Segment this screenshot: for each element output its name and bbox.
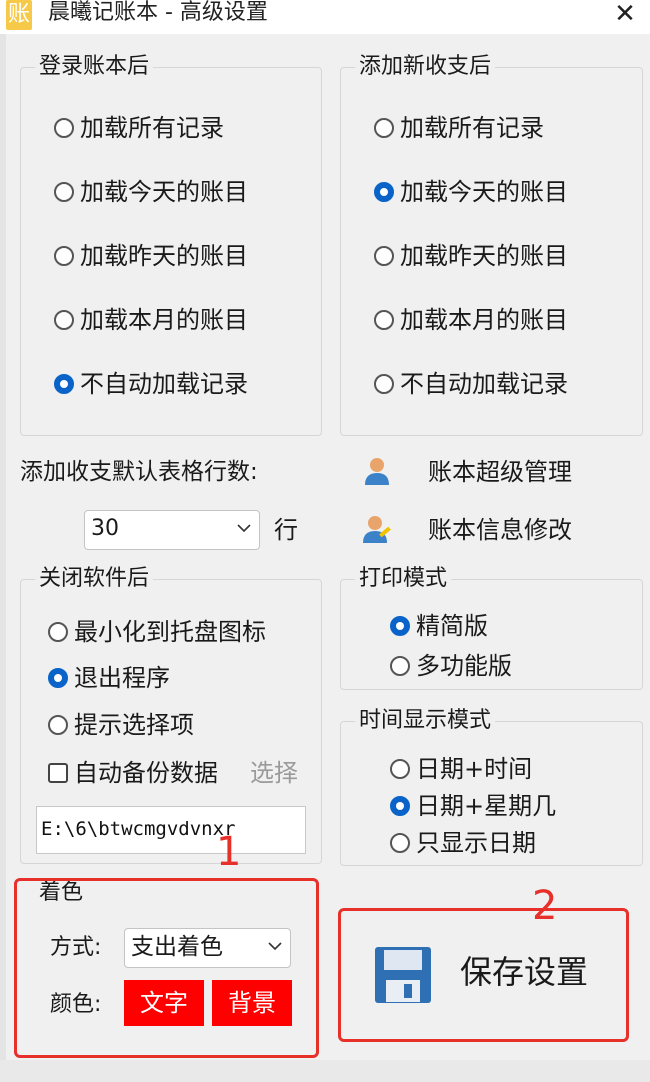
auto-backup-checkbox[interactable]: 自动备份数据	[48, 758, 218, 788]
after-add-option-today[interactable]: 加载今天的账目	[374, 177, 568, 207]
annotation-box-1	[14, 878, 319, 1058]
radio-icon[interactable]	[48, 622, 68, 642]
on-close-legend: 关闭软件后	[39, 566, 150, 591]
after-login-option-none[interactable]: 不自动加载记录	[54, 369, 248, 399]
time-mode-option-datetime[interactable]: 日期+时间	[390, 754, 532, 784]
window-bottom-edge	[0, 1060, 650, 1082]
after-add-option-none[interactable]: 不自动加载记录	[374, 369, 568, 399]
time-mode-option-weekday[interactable]: 日期+星期几	[390, 791, 556, 821]
radio-icon[interactable]	[374, 374, 394, 394]
backup-path-input[interactable]: E:\6\btwcmgvdvnxr	[36, 806, 306, 854]
after-add-option-month[interactable]: 加载本月的账目	[374, 305, 568, 335]
window-title: 晨曦记账本 - 高级设置	[48, 0, 268, 25]
time-mode-option-date[interactable]: 只显示日期	[390, 828, 536, 858]
radio-icon[interactable]	[54, 118, 74, 138]
radio-icon[interactable]	[374, 246, 394, 266]
radio-icon[interactable]	[48, 715, 68, 735]
radio-icon[interactable]	[54, 182, 74, 202]
annotation-number-1: 1	[216, 829, 242, 875]
rows-unit-label: 行	[274, 516, 298, 544]
edit-info-link[interactable]: 账本信息修改	[428, 515, 572, 545]
default-rows-select[interactable]: 30	[84, 510, 260, 550]
print-mode-legend: 打印模式	[359, 566, 448, 591]
after-add-option-all[interactable]: 加载所有记录	[374, 113, 544, 143]
default-rows-value: 30	[91, 516, 119, 541]
radio-selected-icon[interactable]	[390, 616, 410, 636]
after-login-option-all[interactable]: 加载所有记录	[54, 113, 224, 143]
app-icon: 账	[6, 0, 32, 30]
after-add-legend: 添加新收支后	[359, 54, 492, 79]
user-admin-icon	[365, 458, 389, 485]
radio-icon[interactable]	[54, 246, 74, 266]
chevron-down-icon	[237, 524, 251, 533]
checkbox-icon[interactable]	[48, 763, 68, 783]
after-login-option-today[interactable]: 加载今天的账目	[54, 177, 248, 207]
after-add-option-yesterday[interactable]: 加载昨天的账目	[374, 241, 568, 271]
window-edge	[0, 34, 6, 1082]
time-mode-legend: 时间显示模式	[359, 708, 492, 733]
choose-path-button[interactable]: 选择	[250, 758, 298, 788]
radio-icon[interactable]	[374, 310, 394, 330]
print-mode-option-simple[interactable]: 精简版	[390, 611, 488, 641]
radio-selected-icon[interactable]	[48, 668, 68, 688]
title-bar: 账 晨曦记账本 - 高级设置 ✕	[0, 0, 650, 34]
user-edit-icon	[363, 516, 391, 543]
on-close-option-minimize[interactable]: 最小化到托盘图标	[48, 617, 266, 647]
after-login-legend: 登录账本后	[39, 54, 150, 79]
radio-icon[interactable]	[390, 833, 410, 853]
radio-selected-icon[interactable]	[374, 182, 394, 202]
after-login-option-yesterday[interactable]: 加载昨天的账目	[54, 241, 248, 271]
radio-selected-icon[interactable]	[54, 374, 74, 394]
after-login-option-month[interactable]: 加载本月的账目	[54, 305, 248, 335]
on-close-option-prompt[interactable]: 提示选择项	[48, 710, 194, 740]
on-close-option-exit[interactable]: 退出程序	[48, 663, 170, 693]
annotation-number-2: 2	[532, 883, 558, 929]
close-icon[interactable]: ✕	[600, 0, 650, 30]
radio-icon[interactable]	[54, 310, 74, 330]
print-mode-option-full[interactable]: 多功能版	[390, 651, 512, 681]
backup-path-value: E:\6\btwcmgvdvnxr	[41, 818, 236, 840]
radio-selected-icon[interactable]	[390, 796, 410, 816]
annotation-box-2	[338, 908, 629, 1042]
default-rows-label: 添加收支默认表格行数:	[20, 459, 258, 485]
radio-icon[interactable]	[390, 656, 410, 676]
radio-icon[interactable]	[374, 118, 394, 138]
super-admin-link[interactable]: 账本超级管理	[428, 457, 572, 487]
radio-icon[interactable]	[390, 759, 410, 779]
